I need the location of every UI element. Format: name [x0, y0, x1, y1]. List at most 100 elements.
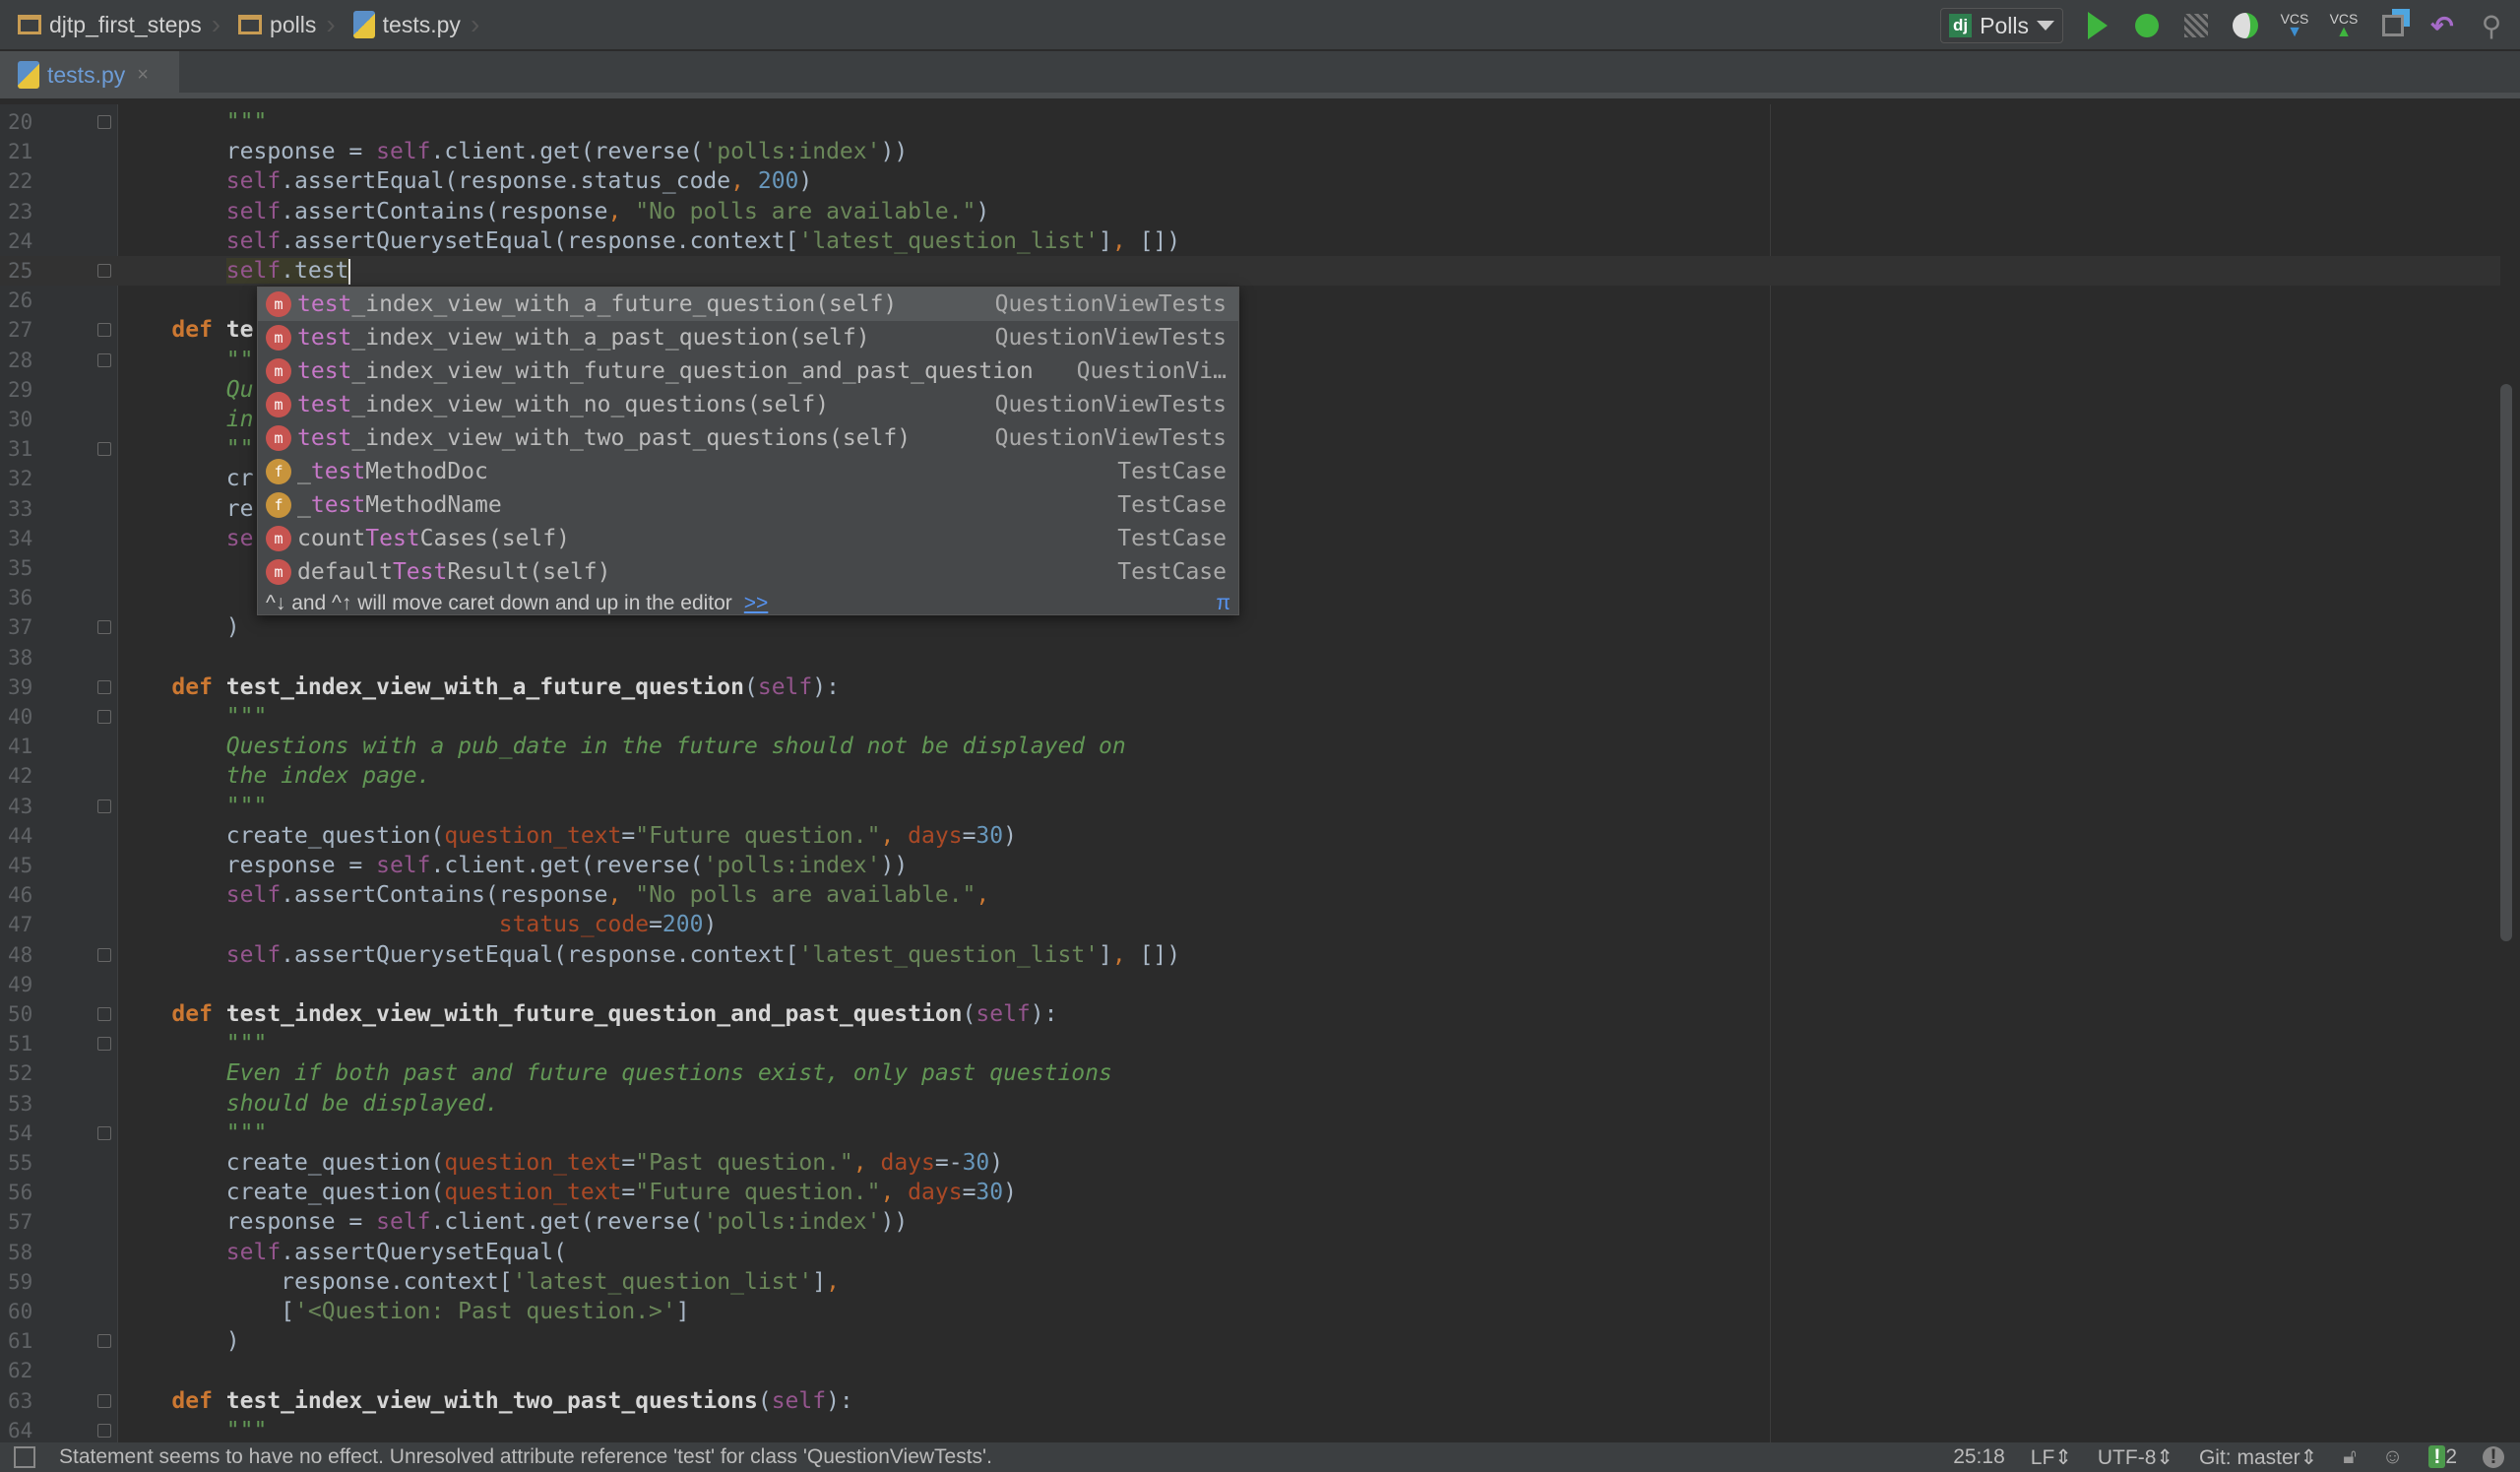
fold-marker-icon[interactable] [97, 710, 111, 724]
code-line[interactable]: 57 response = self.client.get(reverse('p… [0, 1207, 2500, 1237]
profile-button[interactable] [2231, 11, 2260, 40]
code-line[interactable]: 20 """ [0, 107, 2500, 137]
code-line[interactable]: 25 self.test [0, 256, 2500, 286]
run-config-label: Polls [1980, 12, 2029, 38]
tool-windows-icon[interactable] [14, 1446, 35, 1468]
code-line[interactable]: 52 Even if both past and future question… [0, 1058, 2500, 1088]
fold-marker-icon[interactable] [97, 1393, 111, 1408]
pi-icon[interactable]: π [1217, 592, 1231, 615]
fold-marker-icon[interactable] [97, 352, 111, 367]
code-line[interactable]: 55 create_question(question_text="Past q… [0, 1148, 2500, 1178]
completion-item[interactable]: m countTestCases(self) TestCase [258, 522, 1238, 555]
code-line[interactable]: 43 """ [0, 792, 2500, 821]
fold-marker-icon[interactable] [97, 264, 111, 278]
completion-item[interactable]: m defaultTestResult(self) TestCase [258, 555, 1238, 589]
completion-item[interactable]: m test_index_view_with_a_future_question(… [258, 288, 1238, 321]
tab-tests-py[interactable]: tests.py × [0, 51, 179, 98]
event-log-button[interactable]: ! 2 [2428, 1445, 2457, 1469]
debug-button[interactable] [2132, 11, 2162, 40]
completion-item[interactable]: f _testMethodDoc TestCase [258, 455, 1238, 488]
code-text: the index page. [117, 761, 431, 791]
code-line[interactable]: 64 """ [0, 1416, 2500, 1445]
revert-button[interactable]: ↶ [2427, 11, 2457, 41]
inspector-icon[interactable]: ☺ [2382, 1445, 2403, 1469]
lock-icon[interactable]: 🔓︎ [2343, 1445, 2357, 1469]
fold-marker-icon[interactable] [97, 1007, 111, 1021]
notifications-icon[interactable]: ! [2483, 1446, 2504, 1468]
line-separator-selector[interactable]: LF⇕ [2031, 1445, 2072, 1470]
vertical-scrollbar[interactable] [2500, 384, 2512, 941]
code-line[interactable]: 49 [0, 970, 2500, 999]
completion-item[interactable]: m test_index_view_with_two_past_questions… [258, 421, 1238, 455]
code-line[interactable]: 61 ) [0, 1326, 2500, 1356]
completion-item[interactable]: m test_index_view_with_future_question_an… [258, 354, 1238, 388]
breadcrumb-folder[interactable]: polls › [238, 0, 336, 50]
fold-marker-icon[interactable] [97, 799, 111, 813]
code-text: self.assertQuerysetEqual( [117, 1238, 567, 1267]
hint-link[interactable]: >> [744, 592, 769, 615]
code-line[interactable]: 45 response = self.client.get(reverse('p… [0, 851, 2500, 880]
run-button[interactable] [2083, 11, 2112, 40]
code-line[interactable]: 40 """ [0, 702, 2500, 732]
fold-marker-icon[interactable] [97, 679, 111, 694]
search-button[interactable]: ⚲ [2477, 11, 2506, 41]
code-line[interactable]: 44 create_question(question_text="Future… [0, 821, 2500, 851]
completion-item[interactable]: m test_index_view_with_no_questions(self)… [258, 388, 1238, 421]
code-text: re [117, 494, 254, 524]
code-line[interactable]: 62 [0, 1356, 2500, 1385]
code-line[interactable]: 53 should be displayed. [0, 1089, 2500, 1119]
code-token: .client.get(reverse( [430, 139, 704, 165]
code-line[interactable]: 22 self.assertEqual(response.status_code… [0, 166, 2500, 196]
fold-marker-icon[interactable] [97, 442, 111, 457]
fold-marker-icon[interactable] [97, 1423, 111, 1438]
code-line[interactable]: 38 [0, 643, 2500, 672]
run-configuration-dropdown[interactable]: dj Polls [1940, 8, 2063, 43]
vcs-commit-button[interactable]: VCS ▲ [2329, 11, 2359, 40]
code-line[interactable]: 59 response.context['latest_question_lis… [0, 1267, 2500, 1297]
code-line[interactable]: 39 def test_index_view_with_a_future_que… [0, 672, 2500, 702]
code-line[interactable]: 51 """ [0, 1029, 2500, 1058]
encoding-selector[interactable]: UTF-8⇕ [2098, 1445, 2174, 1470]
code-token: .assertContains(response [281, 882, 608, 909]
code-line[interactable]: 47 status_code=200) [0, 910, 2500, 939]
code-line[interactable]: 63 def test_index_view_with_two_past_que… [0, 1386, 2500, 1416]
code-line[interactable]: 48 self.assertQuerysetEqual(response.con… [0, 940, 2500, 970]
code-line[interactable]: 46 self.assertContains(response, "No pol… [0, 880, 2500, 910]
code-line[interactable]: 23 self.assertContains(response, "No pol… [0, 197, 2500, 226]
code-token: ) [989, 1150, 1004, 1176]
breadcrumb-project[interactable]: djtp_first_steps › [18, 0, 220, 50]
close-icon[interactable]: × [137, 64, 149, 87]
fold-marker-icon[interactable] [97, 115, 111, 129]
line-number: 57 [8, 1210, 33, 1235]
fold-marker-icon[interactable] [97, 323, 111, 338]
code-line[interactable]: 24 self.assertQuerysetEqual(response.con… [0, 226, 2500, 256]
code-line[interactable]: 21 response = self.client.get(reverse('p… [0, 137, 2500, 166]
line-number: 61 [8, 1329, 33, 1354]
fold-marker-icon[interactable] [97, 1125, 111, 1140]
code-line[interactable]: 41 Questions with a pub_date in the futu… [0, 732, 2500, 761]
code-line[interactable]: 42 the index page. [0, 761, 2500, 791]
code-line[interactable]: 58 self.assertQuerysetEqual( [0, 1238, 2500, 1267]
completion-item[interactable]: m test_index_view_with_a_past_question(se… [258, 321, 1238, 354]
code-line[interactable]: 54 """ [0, 1119, 2500, 1148]
code-text: Even if both past and future questions e… [117, 1058, 1112, 1088]
fold-marker-icon[interactable] [97, 947, 111, 962]
fold-marker-icon[interactable] [97, 1334, 111, 1349]
vcs-branch-selector[interactable]: Git: master⇕ [2199, 1445, 2317, 1470]
code-line[interactable]: 50 def test_index_view_with_future_quest… [0, 999, 2500, 1029]
code-token: self [117, 882, 282, 909]
completion-item[interactable]: f _testMethodName TestCase [258, 488, 1238, 522]
fold-marker-icon[interactable] [97, 620, 111, 635]
code-token: response = [117, 1209, 377, 1236]
coverage-button[interactable] [2181, 11, 2211, 40]
python-file-icon [18, 61, 39, 89]
code-line[interactable]: 60 ['<Question: Past question.>'] [0, 1297, 2500, 1326]
line-number: 29 [8, 377, 33, 402]
fold-marker-icon[interactable] [97, 1037, 111, 1052]
caret-position[interactable]: 25:18 [1953, 1445, 2005, 1469]
status-bar: Statement seems to have no effect. Unres… [0, 1442, 2520, 1472]
code-line[interactable]: 56 create_question(question_text="Future… [0, 1178, 2500, 1207]
history-button[interactable] [2378, 11, 2408, 40]
breadcrumb-file[interactable]: tests.py › [352, 0, 479, 50]
vcs-update-button[interactable]: VCS ▼ [2280, 11, 2309, 40]
